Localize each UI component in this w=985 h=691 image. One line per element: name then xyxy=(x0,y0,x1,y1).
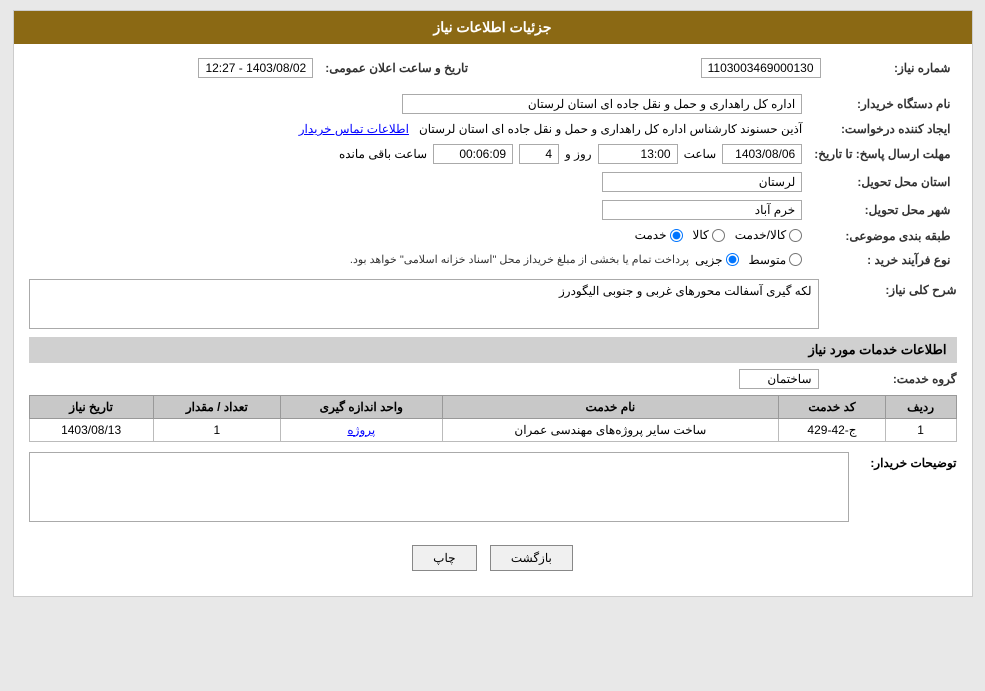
need-description-label: شرح کلی نیاز: xyxy=(827,279,957,297)
table-row: 1 ج-42-429 ساخت سایر پروژه‌های مهندسی عم… xyxy=(29,418,956,441)
response-deadline-row: 1403/08/06 ساعت 13:00 روز و 4 00:06:09 س… xyxy=(35,144,803,164)
need-number-value: 1103003469000130 xyxy=(701,58,821,78)
city-label: شهر محل تحویل: xyxy=(808,196,956,224)
radio-service-input[interactable] xyxy=(670,229,683,242)
radio-service-label: خدمت xyxy=(635,228,667,242)
buyer-notes-label: توضیحات خریدار: xyxy=(857,452,957,470)
cell-service-name: ساخت سایر پروژه‌های مهندسی عمران xyxy=(442,418,779,441)
radio-service-goods-label: کالا/خدمت xyxy=(735,228,786,242)
radio-partial-label: جزیی xyxy=(695,253,722,267)
response-deadline-label: مهلت ارسال پاسخ: تا تاریخ: xyxy=(808,140,956,168)
service-group-value: ساختمان xyxy=(739,369,819,389)
buyer-notes-textarea[interactable] xyxy=(29,452,849,522)
purchase-type-label: نوع فرآیند خرید : xyxy=(808,249,956,271)
button-row: بازگشت چاپ xyxy=(29,535,957,586)
cell-unit: پروژه xyxy=(281,418,443,441)
org-name-label: نام دستگاه خریدار: xyxy=(808,90,956,118)
radio-goods-label: کالا xyxy=(693,228,709,242)
announcement-label: تاریخ و ساعت اعلان عمومی: xyxy=(319,54,474,82)
buyer-notes-row: توضیحات خریدار: xyxy=(29,452,957,525)
need-description-container: لکه گیری آسفالت محورهای غربی و جنوبی الی… xyxy=(29,279,819,329)
service-group-row: گروه خدمت: ساختمان xyxy=(29,369,957,389)
need-description-value: لکه گیری آسفالت محورهای غربی و جنوبی الی… xyxy=(29,279,819,329)
radio-medium[interactable]: متوسط xyxy=(749,253,803,267)
radio-partial-input[interactable] xyxy=(726,253,739,266)
purchase-type-row: متوسط جزیی پرداخت تمام یا بخشی از مبلغ خ… xyxy=(35,253,803,267)
radio-service-goods-input[interactable] xyxy=(789,229,802,242)
page-title: جزئیات اطلاعات نیاز xyxy=(433,19,551,35)
radio-service-goods[interactable]: کالا/خدمت xyxy=(735,228,802,242)
subject-label: طبقه بندی موضوعی: xyxy=(808,224,956,249)
remaining-value: 00:06:09 xyxy=(433,144,513,164)
remaining-label: ساعت باقی مانده xyxy=(339,147,427,161)
creator-value: آذین حسنوند کارشناس اداره کل راهداری و ح… xyxy=(419,122,802,136)
service-group-label: گروه خدمت: xyxy=(827,372,957,386)
page-header: جزئیات اطلاعات نیاز xyxy=(14,11,972,44)
radio-partial[interactable]: جزیی xyxy=(695,253,738,267)
services-table: ردیف کد خدمت نام خدمت واحد اندازه گیری ت… xyxy=(29,395,957,442)
response-days-value: 4 xyxy=(519,144,559,164)
org-name-value: اداره کل راهداری و حمل و نقل جاده ای است… xyxy=(402,94,802,114)
col-quantity: تعداد / مقدار xyxy=(153,395,280,418)
purchase-notice: پرداخت تمام یا بخشی از مبلغ خریداز محل "… xyxy=(350,253,689,266)
response-date-value: 1403/08/06 xyxy=(722,144,802,164)
col-unit: واحد اندازه گیری xyxy=(281,395,443,418)
purchase-type-radio-group: متوسط جزیی xyxy=(695,253,802,267)
page-container: جزئیات اطلاعات نیاز شماره نیاز: 11030034… xyxy=(13,10,973,597)
col-service-code: کد خدمت xyxy=(779,395,886,418)
need-description-row: شرح کلی نیاز: لکه گیری آسفالت محورهای غر… xyxy=(29,279,957,329)
radio-goods[interactable]: کالا xyxy=(693,228,725,242)
col-row-num: ردیف xyxy=(885,395,956,418)
contact-link[interactable]: اطلاعات تماس خریدار xyxy=(299,122,409,136)
need-number-label: شماره نیاز: xyxy=(827,54,957,82)
creator-label: ایجاد کننده درخواست: xyxy=(808,118,956,140)
cell-quantity: 1 xyxy=(153,418,280,441)
services-section-title: اطلاعات خدمات مورد نیاز xyxy=(29,337,957,363)
content-area: شماره نیاز: 1103003469000130 تاریخ و ساع… xyxy=(14,44,972,596)
province-label: استان محل تحویل: xyxy=(808,168,956,196)
cell-row-num: 1 xyxy=(885,418,956,441)
print-button[interactable]: چاپ xyxy=(412,545,476,571)
subject-radio-group: کالا/خدمت کالا خدمت xyxy=(635,228,803,242)
col-deadline: تاریخ نیاز xyxy=(29,395,153,418)
radio-medium-input[interactable] xyxy=(789,253,802,266)
response-time-value: 13:00 xyxy=(598,144,678,164)
radio-service[interactable]: خدمت xyxy=(635,228,683,242)
cell-service-code: ج-42-429 xyxy=(779,418,886,441)
response-days-label: روز و xyxy=(565,147,592,161)
radio-medium-label: متوسط xyxy=(749,253,787,267)
col-service-name: نام خدمت xyxy=(442,395,779,418)
top-info-table: شماره نیاز: 1103003469000130 تاریخ و ساع… xyxy=(29,54,957,82)
city-value: خرم آباد xyxy=(602,200,802,220)
org-info-table: نام دستگاه خریدار: اداره کل راهداری و حم… xyxy=(29,90,957,271)
cell-deadline: 1403/08/13 xyxy=(29,418,153,441)
province-value: لرستان xyxy=(602,172,802,192)
buyer-notes-container xyxy=(29,452,849,525)
radio-goods-input[interactable] xyxy=(712,229,725,242)
response-time-label: ساعت xyxy=(684,147,717,161)
announcement-value: 1403/08/02 - 12:27 xyxy=(198,58,313,78)
back-button[interactable]: بازگشت xyxy=(490,545,573,571)
